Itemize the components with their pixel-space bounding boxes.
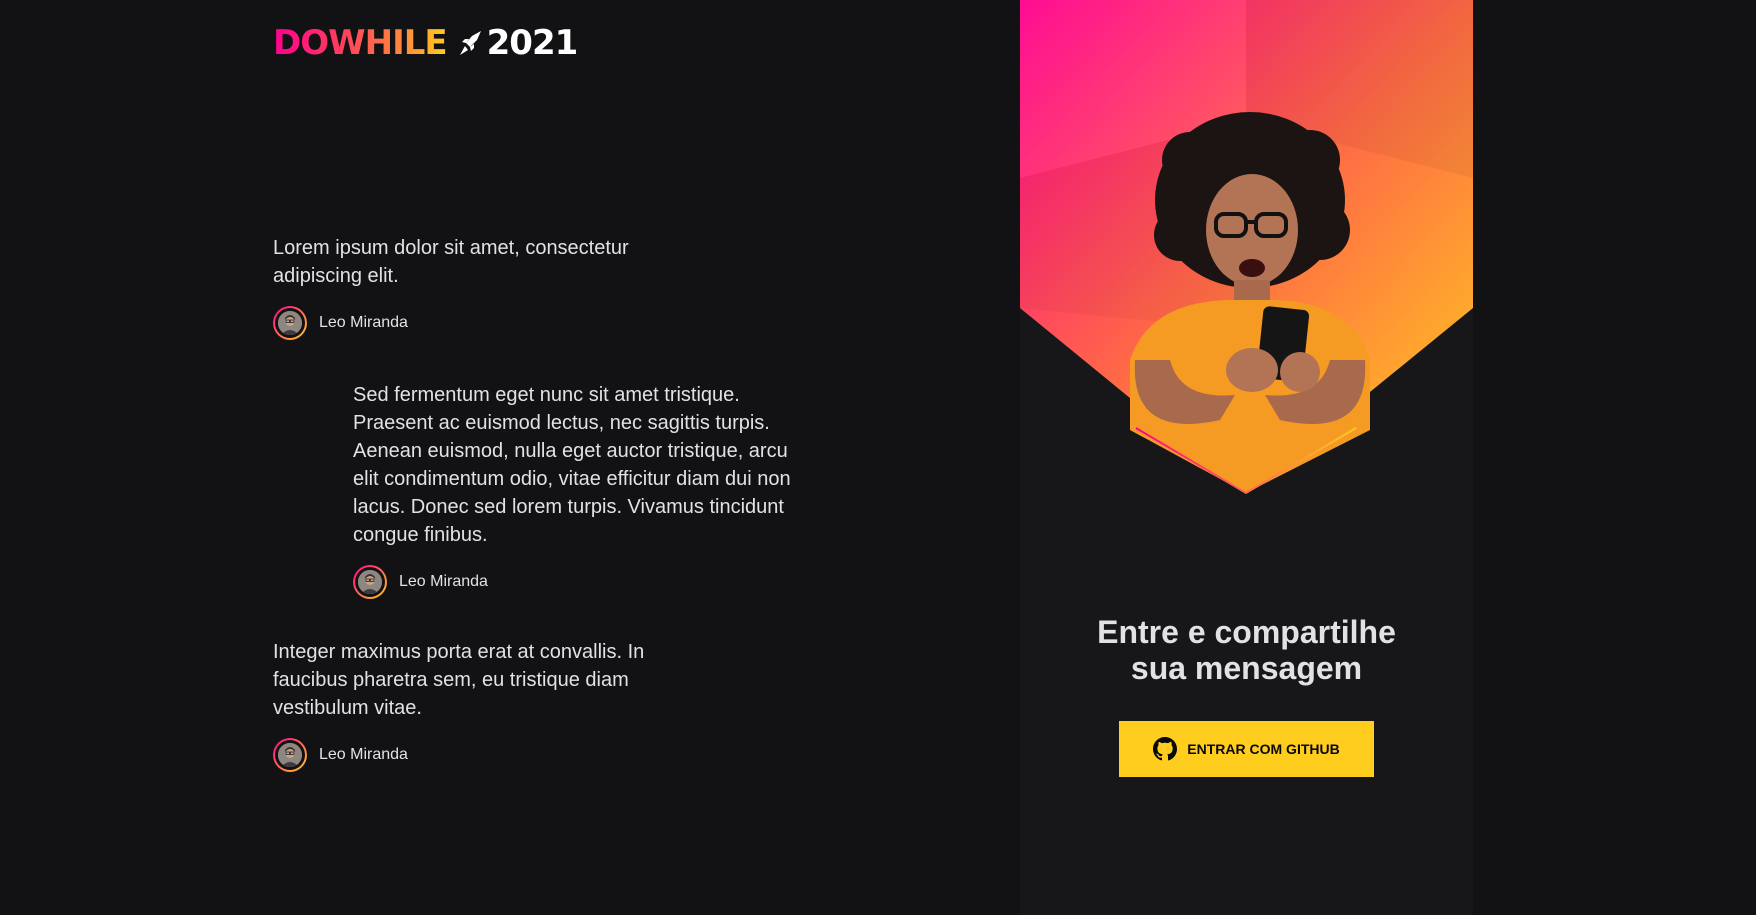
message-item: Sed fermentum eget nunc sit amet tristiq… xyxy=(353,381,793,599)
github-login-button[interactable]: ENTRAR COM GITHUB xyxy=(1119,721,1374,777)
avatar-ring xyxy=(353,565,387,599)
github-button-label: ENTRAR COM GITHUB xyxy=(1187,741,1340,757)
hero-banner xyxy=(1020,0,1473,495)
logo-wordmark: DOWHILE xyxy=(273,23,448,63)
avatar xyxy=(278,743,302,767)
panel-title: Entre e compartilhe sua mensagem xyxy=(1020,614,1473,686)
github-icon xyxy=(1153,737,1178,761)
message-item: Lorem ipsum dolor sit amet, consectetur … xyxy=(273,234,673,340)
login-panel: Entre e compartilhe sua mensagem ENTRAR … xyxy=(1020,0,1473,915)
avatar-ring xyxy=(273,738,307,772)
rocket-icon xyxy=(459,31,481,55)
message-text: Lorem ipsum dolor sit amet, consectetur … xyxy=(273,237,629,287)
dowhile-logo: DOWHILE 2021 xyxy=(273,23,579,63)
page: DOWHILE 2021 Lorem ipsum dolor sit amet,… xyxy=(0,0,1756,915)
avatar xyxy=(358,570,382,594)
message-user: Leo Miranda xyxy=(353,565,793,599)
panel-title-line1: Entre e compartilhe xyxy=(1097,614,1396,650)
user-name: Leo Miranda xyxy=(319,746,408,763)
user-name: Leo Miranda xyxy=(319,314,408,331)
message-text: Sed fermentum eget nunc sit amet tristiq… xyxy=(353,384,791,546)
avatar-ring xyxy=(273,306,307,340)
message-item: Integer maximus porta erat at convallis.… xyxy=(273,638,673,772)
logo-year: 2021 xyxy=(486,23,579,63)
user-name: Leo Miranda xyxy=(399,573,488,590)
avatar xyxy=(278,311,302,335)
message-user: Leo Miranda xyxy=(273,738,673,772)
panel-title-line2: sua mensagem xyxy=(1130,650,1363,686)
message-user: Leo Miranda xyxy=(273,306,673,340)
message-text: Integer maximus porta erat at convallis.… xyxy=(273,641,645,719)
